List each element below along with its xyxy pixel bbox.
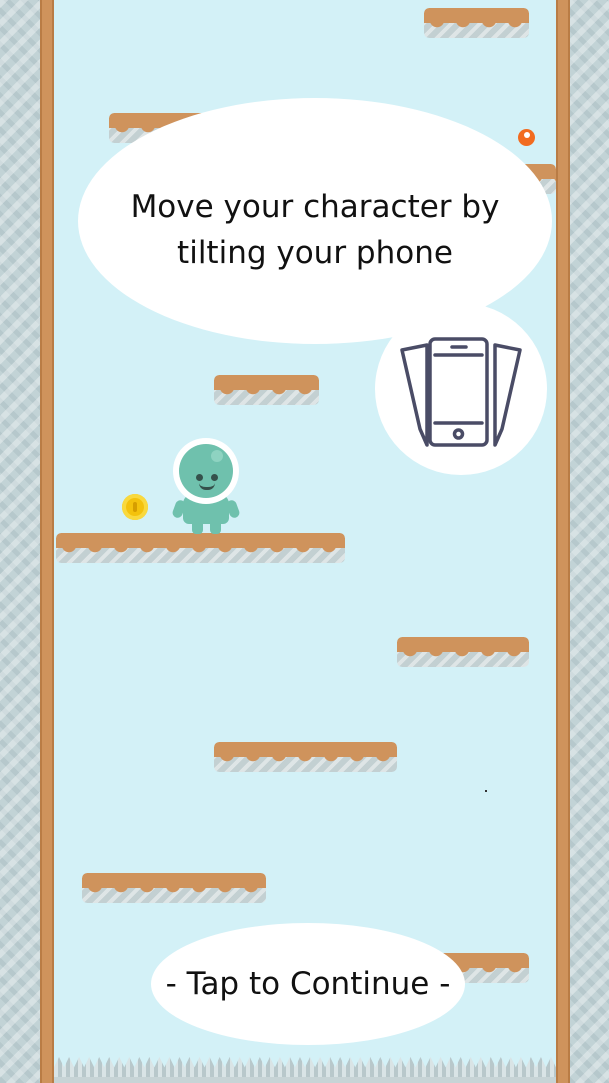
continue-label[interactable]: - Tap to Continue -	[151, 962, 465, 1006]
platform	[82, 873, 266, 903]
orange-gem-icon	[518, 129, 535, 146]
bottom-spikes	[54, 1057, 556, 1083]
tilt-phone-icon	[400, 337, 522, 447]
tilt-hint-circle	[375, 303, 547, 475]
coin-icon	[122, 494, 148, 520]
game-scene[interactable]: Move your character by tilting your phon…	[0, 0, 609, 1083]
speck	[485, 790, 487, 792]
left-wall-edge	[40, 0, 54, 1083]
right-wall-edge	[556, 0, 570, 1083]
left-wall	[0, 0, 44, 1083]
platform	[214, 375, 319, 405]
player-character	[170, 438, 242, 534]
platform	[424, 8, 529, 38]
right-wall	[569, 0, 609, 1083]
platform	[214, 742, 397, 772]
platform	[56, 533, 345, 563]
platform	[397, 637, 529, 667]
tutorial-message: Move your character by tilting your phon…	[130, 189, 500, 271]
